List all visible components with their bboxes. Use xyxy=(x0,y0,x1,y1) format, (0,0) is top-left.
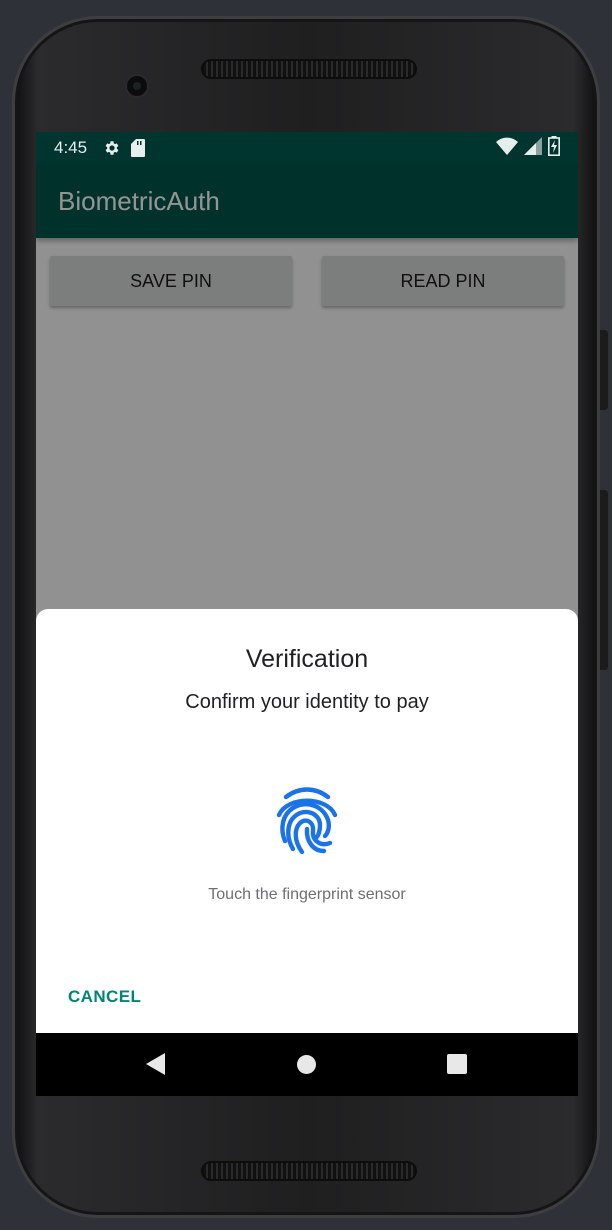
biometric-dialog: Verification Confirm your identity to pa… xyxy=(36,609,578,1033)
gear-icon xyxy=(103,139,121,157)
bottom-speaker xyxy=(201,1161,417,1181)
volume-button xyxy=(600,330,608,410)
navigation-bar xyxy=(36,1033,578,1096)
sd-card-icon xyxy=(131,139,146,157)
front-camera xyxy=(125,74,149,98)
wifi-icon xyxy=(496,137,518,160)
status-bar: 4:45 xyxy=(36,132,578,164)
recents-icon[interactable] xyxy=(447,1054,467,1074)
dialog-title: Verification xyxy=(245,645,369,673)
dialog-subtitle: Confirm your identity to pay xyxy=(185,691,429,713)
dialog-status-text: Touch the fingerprint sensor xyxy=(208,886,406,903)
home-icon[interactable] xyxy=(297,1055,316,1074)
cell-signal-icon xyxy=(524,136,542,160)
back-icon[interactable] xyxy=(146,1053,166,1080)
fingerprint-icon xyxy=(274,785,340,857)
cancel-button[interactable]: CANCEL xyxy=(56,981,153,1013)
top-speaker xyxy=(201,59,417,79)
power-button xyxy=(600,490,608,670)
device-screen: 4:45 BiometricAuth SAVE PIN READ PIN Ver… xyxy=(36,132,578,1096)
battery-charging-icon xyxy=(548,135,560,161)
status-time: 4:45 xyxy=(54,138,88,157)
